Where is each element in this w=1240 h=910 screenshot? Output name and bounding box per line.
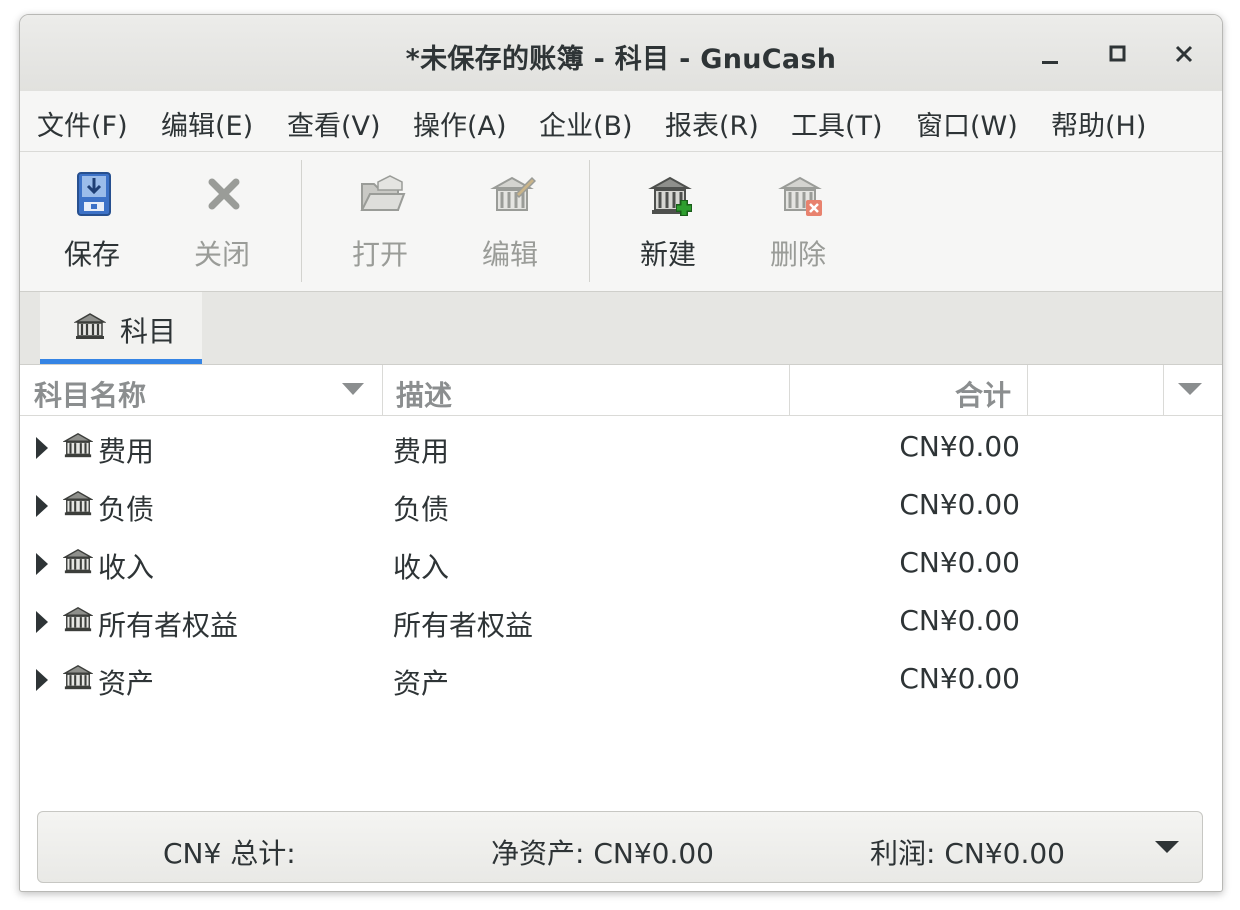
minimize-button[interactable]: [1032, 37, 1066, 71]
account-total: CN¥0.00: [899, 604, 1020, 637]
column-separator[interactable]: [789, 365, 790, 415]
column-separator[interactable]: [1163, 365, 1164, 415]
account-row[interactable]: 费用 费用 CN¥0.00: [20, 418, 1222, 476]
account-name: 所有者权益: [98, 609, 239, 642]
account-name: 资产: [98, 667, 155, 700]
open-account-button[interactable]: 打开: [320, 152, 440, 291]
tab-bar: 科目: [20, 292, 1222, 365]
column-header-account-name[interactable]: 科目名称: [34, 374, 146, 414]
expander-triangle-icon[interactable]: [36, 437, 48, 459]
new-account-button[interactable]: 新建: [608, 152, 728, 291]
account-name: 负债: [98, 493, 155, 526]
menu-help[interactable]: 帮助(H): [1051, 104, 1146, 143]
toolbar-separator: [301, 160, 302, 282]
summary-bar[interactable]: CN¥ 总计: 净资产: CN¥0.00 利润: CN¥0.00: [37, 811, 1203, 883]
close-icon: [1175, 45, 1193, 63]
account-name: 收入: [98, 551, 155, 584]
account-row[interactable]: 所有者权益 所有者权益 CN¥0.00: [20, 592, 1222, 650]
folder-open-icon: [360, 175, 406, 211]
minimize-icon: [1042, 61, 1058, 64]
account-total: CN¥0.00: [899, 546, 1020, 579]
new-account-icon: [648, 176, 692, 216]
account-description: 费用: [393, 435, 450, 468]
new-label: 新建: [639, 238, 696, 271]
gnucash-window: *未保存的账簿 - 科目 - GnuCash 文件(F) 编辑(E) 查看(V)…: [19, 14, 1223, 892]
edit-account-icon: [490, 176, 536, 211]
delete-label: 删除: [769, 238, 826, 271]
account-icon: [63, 606, 93, 632]
account-row[interactable]: 资产 资产 CN¥0.00: [20, 650, 1222, 708]
expander-triangle-icon[interactable]: [36, 495, 48, 517]
account-row[interactable]: 负债 负债 CN¥0.00: [20, 476, 1222, 534]
save-button[interactable]: 保存: [32, 152, 152, 291]
edit-account-button[interactable]: 编辑: [450, 152, 570, 291]
delete-account-button[interactable]: 删除: [738, 152, 858, 291]
toolbar-separator: [589, 160, 590, 282]
account-description: 资产: [393, 667, 450, 700]
menu-tools[interactable]: 工具(T): [791, 104, 883, 143]
save-icon: [77, 172, 111, 216]
title-bar[interactable]: *未保存的账簿 - 科目 - GnuCash: [20, 15, 1222, 92]
close-icon: [208, 178, 240, 210]
tab-accounts[interactable]: 科目: [40, 292, 202, 364]
currency-total-label: CN¥ 总计:: [163, 837, 296, 870]
maximize-icon: [1109, 45, 1126, 62]
account-name: 费用: [98, 435, 155, 468]
delete-account-icon: [778, 176, 822, 216]
sort-chevron-down-icon[interactable]: [342, 383, 364, 397]
open-label: 打开: [351, 238, 408, 271]
column-chooser-chevron-down-icon[interactable]: [1178, 383, 1202, 397]
account-row[interactable]: 收入 收入 CN¥0.00: [20, 534, 1222, 592]
column-separator[interactable]: [1027, 365, 1028, 415]
column-header-description[interactable]: 描述: [396, 374, 452, 414]
menu-bar: 文件(F) 编辑(E) 查看(V) 操作(A) 企业(B) 报表(R) 工具(T…: [20, 91, 1222, 152]
expander-triangle-icon[interactable]: [36, 669, 48, 691]
net-assets-value: 净资产: CN¥0.00: [491, 837, 714, 870]
profit-value: 利润: CN¥0.00: [870, 837, 1065, 870]
toolbar: 保存 关闭 打开 编辑 新建 删除: [20, 152, 1222, 292]
summary-chevron-down-icon[interactable]: [1155, 841, 1179, 853]
expander-triangle-icon[interactable]: [36, 553, 48, 575]
expander-triangle-icon[interactable]: [36, 611, 48, 633]
tab-label: 科目: [120, 315, 177, 348]
menu-windows[interactable]: 窗口(W): [916, 104, 1018, 143]
menu-reports[interactable]: 报表(R): [665, 104, 759, 143]
menu-business[interactable]: 企业(B): [539, 104, 633, 143]
save-label: 保存: [63, 238, 120, 271]
column-separator[interactable]: [382, 365, 383, 415]
account-total: CN¥0.00: [899, 430, 1020, 463]
menu-actions[interactable]: 操作(A): [413, 104, 507, 143]
account-total: CN¥0.00: [899, 488, 1020, 521]
account-description: 收入: [393, 551, 450, 584]
account-icon: [63, 490, 93, 516]
maximize-button[interactable]: [1100, 37, 1134, 71]
account-icon: [63, 548, 93, 574]
menu-edit[interactable]: 编辑(E): [161, 104, 253, 143]
account-icon: [63, 432, 93, 458]
close-tab-button[interactable]: 关闭: [162, 152, 282, 291]
account-description: 负债: [393, 493, 450, 526]
account-description: 所有者权益: [393, 609, 534, 642]
close-label: 关闭: [193, 238, 250, 271]
account-total: CN¥0.00: [899, 662, 1020, 695]
edit-label: 编辑: [481, 238, 538, 271]
account-icon: [63, 664, 93, 690]
menu-file[interactable]: 文件(F): [37, 104, 128, 143]
close-window-button[interactable]: [1167, 37, 1201, 71]
column-header-total[interactable]: 合计: [955, 374, 1011, 414]
menu-view[interactable]: 查看(V): [287, 104, 381, 143]
account-icon: [74, 313, 106, 339]
column-header-row: 科目名称 描述 合计: [20, 365, 1222, 416]
